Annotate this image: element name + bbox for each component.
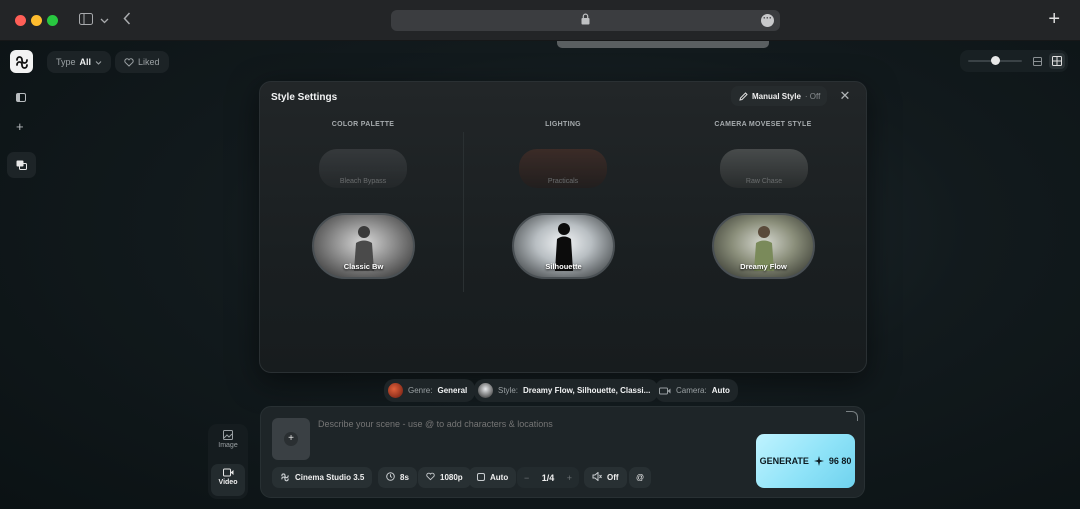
liked-filter-label: Liked xyxy=(138,57,160,67)
layers-icon xyxy=(16,160,27,170)
camera-value: Auto xyxy=(711,386,730,395)
style-option-label: Silhouette xyxy=(545,262,582,271)
expand-icon[interactable] xyxy=(846,411,858,421)
manual-style-state: · Off xyxy=(804,91,821,101)
quality-icon xyxy=(426,472,435,483)
sidebar-toggle-icon[interactable] xyxy=(79,13,93,28)
panel-toggle-icon[interactable] xyxy=(16,93,26,105)
prompt-input[interactable] xyxy=(318,419,738,429)
style-option-raw-chase[interactable]: Raw Chase xyxy=(720,149,808,188)
type-filter[interactable]: Type All xyxy=(47,51,112,73)
style-value: Dreamy Flow, Silhouette, Classi... xyxy=(523,386,651,395)
style-option-label: Classic Bw xyxy=(343,262,384,271)
add-icon[interactable]: + xyxy=(16,119,24,134)
aspect-selector[interactable]: Auto xyxy=(469,467,517,488)
audio-label: Off xyxy=(607,473,619,482)
clock-icon xyxy=(386,472,395,483)
pencil-icon xyxy=(739,91,748,101)
speaker-icon xyxy=(592,471,602,483)
type-filter-label: Type xyxy=(56,57,76,67)
style-option-silhouette[interactable]: Silhouette xyxy=(512,213,615,279)
column-header-color-palette: COLOR PALETTE xyxy=(331,121,395,128)
video-icon xyxy=(222,468,233,477)
manual-style-label: Manual Style xyxy=(752,91,801,101)
generate-label: GENERATE xyxy=(759,456,809,466)
plus-icon: + xyxy=(284,432,298,446)
model-selector[interactable]: Cinema Studio 3.5 xyxy=(272,467,373,488)
generate-cost: 96 80 xyxy=(828,456,852,466)
maximize-window-button[interactable] xyxy=(47,15,58,26)
genre-thumbnail xyxy=(388,383,403,398)
model-label: Cinema Studio 3.5 xyxy=(295,473,365,482)
genre-chip[interactable]: Genre: General xyxy=(384,379,476,402)
image-icon xyxy=(223,430,233,440)
modal-title: Style Settings xyxy=(271,92,338,103)
sparkle-icon xyxy=(813,456,824,466)
style-option-dreamy-flow[interactable]: Dreamy Flow xyxy=(712,213,815,279)
mode-selector: Image Video xyxy=(208,424,248,499)
model-icon xyxy=(280,472,290,484)
audio-toggle[interactable]: Off xyxy=(584,467,627,488)
close-icon[interactable]: ✕ xyxy=(837,88,853,104)
column-header-camera-moveset-style: CAMERA MOVESET STYLE xyxy=(714,121,812,128)
list-view-icon[interactable] xyxy=(1029,53,1045,69)
style-option-label: Raw Chase xyxy=(745,178,783,185)
prompt-panel: + Cinema Studio 3.5 8s 1080p Auto − 1/4 … xyxy=(260,406,865,498)
style-chip[interactable]: Style: Dreamy Flow, Silhouette, Classi..… xyxy=(474,379,659,402)
mode-image[interactable]: Image xyxy=(208,430,248,449)
notification-bar xyxy=(557,41,769,48)
style-option-label: Practicals xyxy=(547,178,579,185)
aspect-icon xyxy=(477,472,485,483)
chevron-down-icon[interactable] xyxy=(100,13,109,28)
camera-icon xyxy=(659,387,671,394)
increment-button[interactable]: + xyxy=(567,473,572,483)
mode-video-label: Video xyxy=(218,479,238,486)
resolution-label: 1080p xyxy=(440,473,463,482)
column-header-lighting: LIGHTING xyxy=(545,121,581,128)
camera-chip[interactable]: Camera: Auto xyxy=(655,379,738,402)
style-option-bleach-bypass[interactable]: Bleach Bypass xyxy=(319,149,407,188)
style-option-practicals[interactable]: Practicals xyxy=(519,149,607,188)
style-option-label: Dreamy Flow xyxy=(740,262,787,271)
sidebar-item-library[interactable] xyxy=(7,152,36,178)
liked-filter[interactable]: Liked xyxy=(115,51,169,73)
logo-icon[interactable] xyxy=(10,50,33,73)
mode-video[interactable]: Video xyxy=(208,468,248,486)
style-label: Style: xyxy=(498,386,519,395)
lock-icon xyxy=(581,13,590,25)
style-settings-modal: Style Settings Manual Style · Off ✕ COLO… xyxy=(259,81,867,373)
heart-icon xyxy=(124,57,134,67)
add-reference-button[interactable]: + xyxy=(272,418,310,460)
resolution-selector[interactable]: 1080p xyxy=(418,467,471,488)
mode-image-label: Image xyxy=(218,442,238,449)
minimize-window-button[interactable] xyxy=(31,15,42,26)
view-toggle xyxy=(960,50,1068,72)
address-bar[interactable]: ··· xyxy=(391,10,780,31)
duration-label: 8s xyxy=(400,473,409,482)
generate-button[interactable]: GENERATE 96 80 xyxy=(756,434,855,488)
duration-selector[interactable]: 8s xyxy=(378,467,417,488)
style-option-label: Bleach Bypass xyxy=(339,178,387,185)
style-option-classic-bw[interactable]: Classic Bw xyxy=(312,213,415,279)
style-thumbnail xyxy=(478,383,493,398)
chevron-down-icon xyxy=(95,60,102,65)
back-icon[interactable] xyxy=(123,12,131,28)
close-window-button[interactable] xyxy=(15,15,26,26)
grid-view-icon[interactable] xyxy=(1049,53,1065,69)
count-stepper[interactable]: − 1/4 + xyxy=(517,467,579,488)
column-divider xyxy=(463,132,464,292)
count-value: 1/4 xyxy=(541,472,555,483)
decrement-button[interactable]: − xyxy=(524,473,529,483)
more-options-icon[interactable]: ··· xyxy=(761,14,774,27)
manual-style-button[interactable]: Manual Style · Off xyxy=(731,86,827,106)
browser-toolbar: ··· + xyxy=(0,0,1080,41)
camera-label: Camera: xyxy=(676,386,707,395)
genre-value: General xyxy=(437,386,468,395)
new-tab-button[interactable]: + xyxy=(1048,9,1060,29)
type-filter-value: All xyxy=(79,57,92,67)
aspect-label: Auto xyxy=(490,473,509,482)
zoom-slider-thumb[interactable] xyxy=(991,56,1000,65)
genre-label: Genre: xyxy=(408,386,433,395)
mention-button[interactable]: @ xyxy=(629,467,652,488)
